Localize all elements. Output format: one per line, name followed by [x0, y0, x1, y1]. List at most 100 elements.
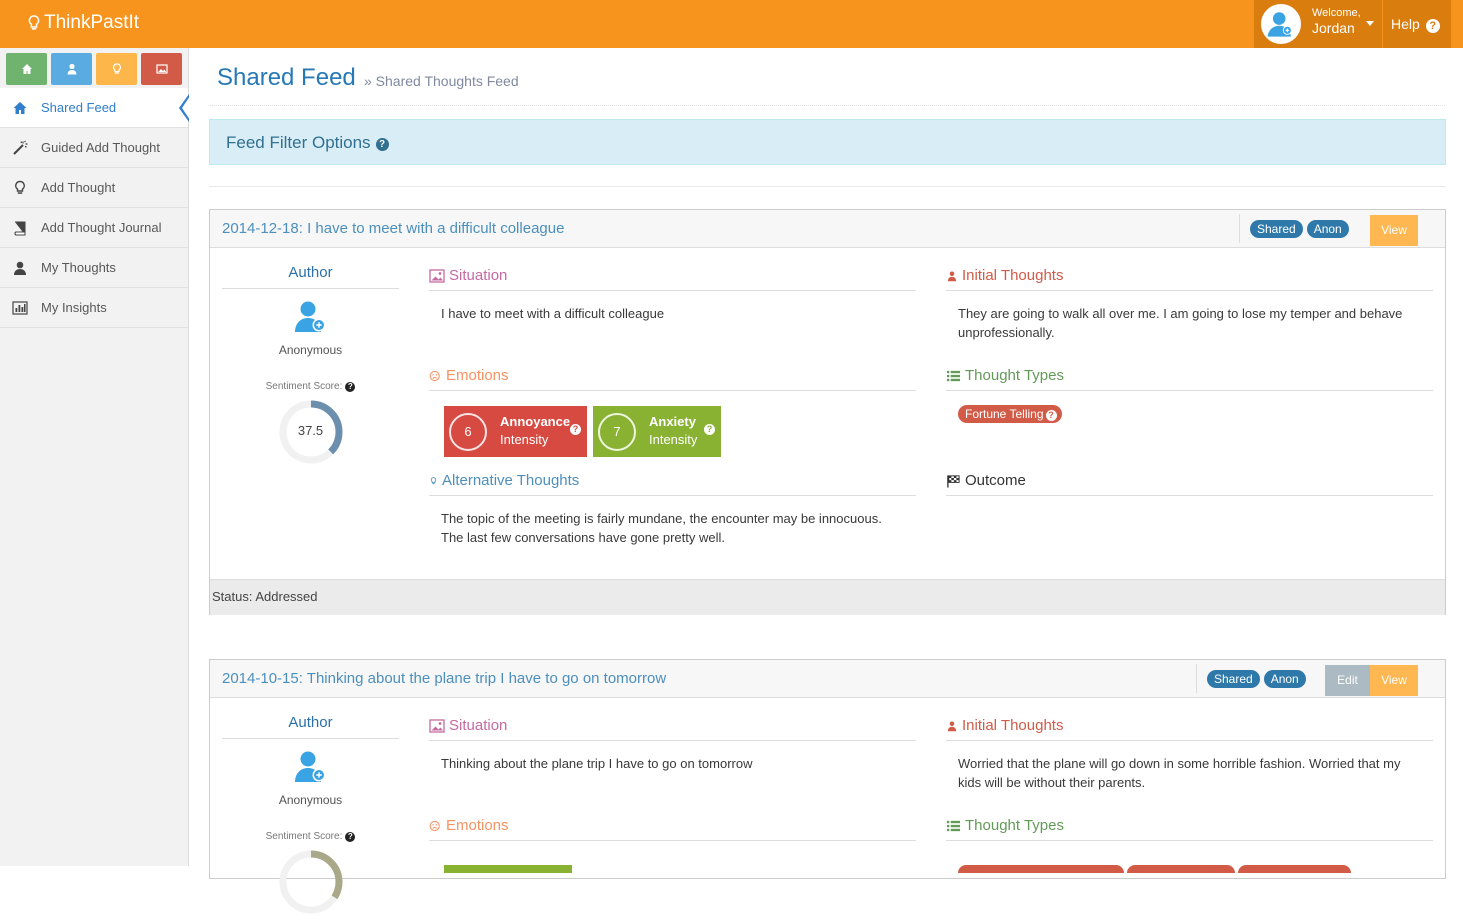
sidebar-nav: Shared Feed Guided Add Thought Add Thoug…	[0, 88, 190, 328]
situation-section: Situation Thinking about the plane trip …	[429, 717, 916, 773]
emotion-tile-anxiety[interactable]: 7 Anxiety Intensity ?	[593, 406, 721, 457]
magic-wand-icon	[13, 140, 28, 155]
image-shortcut-button[interactable]	[141, 53, 182, 85]
emotion-intensity-label: Intensity	[500, 431, 549, 447]
thought-card: 2014-12-18: I have to meet with a diffic…	[209, 209, 1446, 615]
home-icon	[21, 64, 32, 74]
card-status: Status: Addressed	[210, 579, 1445, 615]
feed-filter-toggle[interactable]: Feed Filter Options?	[209, 119, 1446, 165]
user-icon	[14, 261, 26, 275]
emotion-list: 6 Annoyance Intensity ? 7 Anxiety Intensit…	[429, 391, 916, 457]
sidebar-item-my-thoughts[interactable]: My Thoughts	[0, 248, 188, 288]
card-body: Author Anonymous Sentiment Score:? 37.5 …	[210, 248, 1445, 579]
question-icon[interactable]: ?	[1045, 410, 1057, 421]
user-icon	[67, 63, 76, 75]
user-icon	[947, 271, 957, 281]
top-navbar: ThinkPastIt Welcome, Jordan Help?	[0, 0, 1463, 48]
lightbulb-icon	[28, 15, 40, 30]
view-button[interactable]: View	[1370, 215, 1418, 246]
feed-filter-label: Feed Filter Options	[226, 133, 371, 152]
initial-thoughts-text: Worried that the plane will go down in s…	[958, 756, 1401, 790]
image-icon	[429, 718, 445, 733]
avatar	[1261, 4, 1301, 44]
situation-section: Situation I have to meet with a difficul…	[429, 267, 916, 323]
lightbulb-icon	[430, 476, 437, 484]
breadcrumb: » Shared Thoughts Feed	[364, 73, 519, 89]
sidebar-item-shared-feed[interactable]: Shared Feed	[0, 88, 190, 128]
sentiment-score-gauge: 37.5	[277, 398, 345, 466]
emotions-section: Emotions 6 Annoyance Intensity ? 7 Anxiet…	[429, 367, 916, 457]
card-title[interactable]: 2014-12-18: I have to meet with a diffic…	[222, 220, 564, 237]
sidebar-item-label: My Insights	[41, 300, 107, 315]
sidebar-item-label: Add Thought Journal	[41, 220, 162, 235]
author-label: Author	[222, 714, 399, 739]
user-shortcut-button[interactable]	[51, 53, 92, 85]
flag-checkered-icon	[947, 474, 960, 488]
question-icon[interactable]: ?	[570, 424, 581, 435]
sidebar-item-add-thought-journal[interactable]: Add Thought Journal	[0, 208, 188, 248]
author-label: Author	[222, 264, 399, 289]
thought-types-heading: Thought Types	[965, 817, 1064, 834]
frown-icon	[429, 820, 440, 831]
divider	[209, 186, 1446, 187]
home-icon	[13, 101, 27, 114]
anonymous-user-icon	[294, 301, 325, 332]
question-icon[interactable]: ?	[704, 424, 715, 435]
view-button[interactable]: View	[1370, 665, 1418, 696]
card-header: 2014-10-15: Thinking about the plane tri…	[210, 660, 1445, 698]
initial-thoughts-heading: Initial Thoughts	[962, 717, 1064, 734]
card-title[interactable]: 2014-10-15: Thinking about the plane tri…	[222, 670, 666, 687]
sentiment-score: 37.5	[297, 423, 324, 438]
sentiment-label: Sentiment Score:?	[222, 831, 399, 842]
shared-badge: Shared	[1207, 669, 1260, 688]
thought-types-section: Thought Types Fortune Telling?	[946, 367, 1433, 423]
anonymous-user-icon	[294, 751, 325, 782]
thought-type-badge[interactable]: Fortune Telling?	[958, 405, 1062, 423]
sentiment-score-gauge	[277, 848, 345, 916]
author-panel: Author Anonymous Sentiment Score:?	[222, 714, 399, 916]
user-icon	[947, 721, 957, 731]
welcome-text: Welcome, Jordan	[1312, 7, 1361, 36]
thought-type-badge[interactable]	[1238, 865, 1351, 873]
question-icon[interactable]: ?	[345, 382, 356, 392]
emotion-value: 7	[598, 412, 636, 451]
sidebar-item-my-insights[interactable]: My Insights	[0, 288, 188, 328]
author-name: Anonymous	[278, 343, 343, 357]
situation-text: Thinking about the plane trip I have to …	[441, 756, 753, 771]
sidebar-item-add-thought[interactable]: Add Thought	[0, 168, 188, 208]
brand-name: ThinkPastIt	[44, 12, 140, 33]
lightbulb-shortcut-button[interactable]	[96, 53, 137, 85]
edit-button[interactable]: Edit	[1325, 665, 1370, 696]
card-header: 2014-12-18: I have to meet with a diffic…	[210, 210, 1445, 248]
outcome-section: Outcome	[946, 472, 1433, 496]
initial-thoughts-section: Initial Thoughts They are going to walk …	[946, 267, 1433, 342]
outcome-heading: Outcome	[965, 472, 1026, 489]
list-icon	[946, 370, 961, 381]
card-tags: Shared Anon	[1239, 214, 1349, 243]
shared-badge: Shared	[1250, 219, 1303, 238]
image-icon	[155, 64, 168, 74]
page-header: Shared Feed » Shared Thoughts Feed	[209, 60, 1445, 106]
card-body: Author Anonymous Sentiment Score:? Situa…	[210, 698, 1445, 914]
sidebar-item-guided-add-thought[interactable]: Guided Add Thought	[0, 128, 188, 168]
list-icon	[946, 820, 961, 831]
sidebar-item-label: Guided Add Thought	[41, 140, 161, 155]
emotion-tile[interactable]	[444, 865, 572, 873]
emotions-section: Emotions	[429, 817, 916, 873]
emotion-tile-annoyance[interactable]: 6 Annoyance Intensity ?	[444, 406, 587, 457]
question-icon[interactable]: ?	[345, 832, 356, 842]
home-shortcut-button[interactable]	[6, 53, 47, 85]
bar-chart-icon	[12, 300, 28, 315]
emotion-intensity-label: Intensity	[649, 431, 698, 447]
help-button[interactable]: Help?	[1383, 0, 1451, 48]
brand[interactable]: ThinkPastIt	[28, 12, 139, 34]
thought-type-badge[interactable]	[958, 865, 1124, 873]
frown-icon	[429, 370, 440, 381]
initial-thoughts-heading: Initial Thoughts	[962, 267, 1064, 284]
question-icon[interactable]: ?	[375, 138, 389, 151]
thought-card: 2014-10-15: Thinking about the plane tri…	[209, 659, 1446, 914]
user-menu[interactable]: Welcome, Jordan	[1254, 0, 1382, 48]
user-name: Jordan	[1312, 20, 1355, 36]
sidebar: Shared Feed Guided Add Thought Add Thoug…	[0, 48, 190, 866]
thought-type-badge[interactable]	[1127, 865, 1235, 873]
